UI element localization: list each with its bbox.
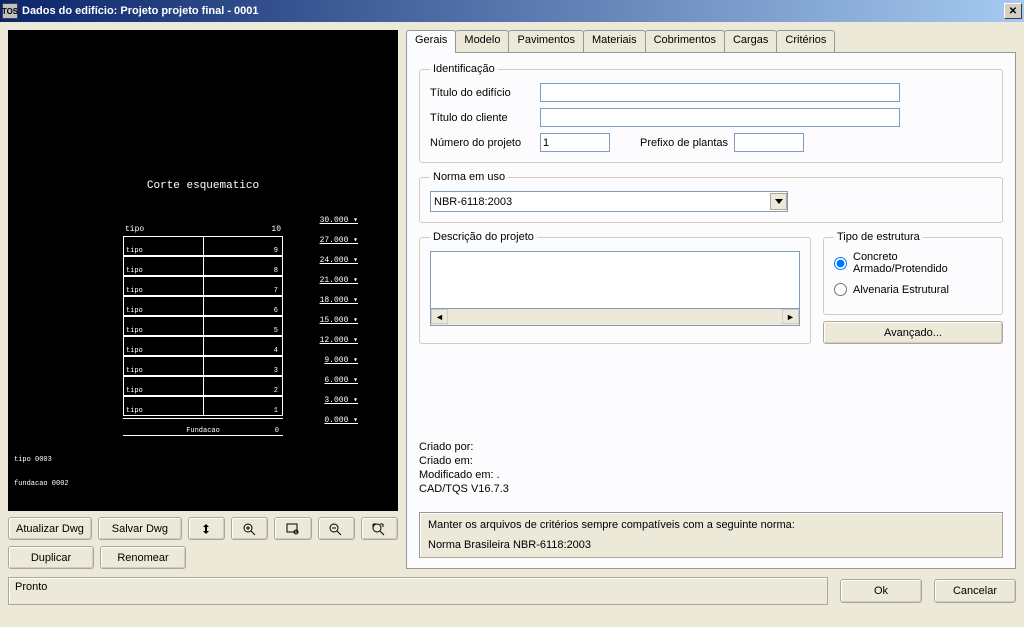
cad-elevation-label: 15.000 ▾ — [298, 315, 358, 325]
titlebar: TOS Dados do edifício: Projeto projeto f… — [0, 0, 1024, 22]
numero-projeto-label: Número do projeto — [430, 137, 534, 149]
norma-select[interactable]: NBR-6118:2003 — [430, 191, 788, 212]
dropdown-icon[interactable] — [770, 193, 787, 210]
descricao-hscrollbar[interactable]: ◄ ► — [430, 309, 800, 326]
renomear-button[interactable]: Renomear — [100, 546, 186, 569]
cad-elevation-label: 6.000 ▾ — [298, 375, 358, 385]
cad-elevation-label: 3.000 ▾ — [298, 395, 358, 405]
tab-gerais[interactable]: Gerais — [406, 30, 456, 53]
right-panel: Gerais Modelo Pavimentos Materiais Cobri… — [406, 30, 1016, 569]
cad-side-label-fundacao: fundacao 0002 — [14, 480, 69, 488]
cad-elevation-label: 24.000 ▾ — [298, 255, 358, 265]
meta-criado-em: Criado em: — [419, 454, 1003, 468]
radio-alvenaria[interactable]: Alvenaria Estrutural — [834, 283, 992, 296]
cad-header-right: 10 — [271, 225, 281, 234]
cad-preview[interactable]: Corte esquematico tipo 10 tipo9tipo8tipo… — [8, 30, 398, 511]
cad-floor-row: Fundacao0 — [123, 418, 283, 436]
cad-elevation-label: 0.000 ▾ — [298, 415, 358, 425]
status-text: Pronto — [8, 577, 828, 605]
titulo-edificio-input[interactable] — [540, 83, 900, 102]
tab-materiais[interactable]: Materiais — [583, 30, 646, 52]
tabs: Gerais Modelo Pavimentos Materiais Cobri… — [406, 30, 1016, 52]
tab-pavimentos[interactable]: Pavimentos — [508, 30, 583, 52]
avancado-button[interactable]: Avançado... — [823, 321, 1003, 344]
titulo-cliente-label: Título do cliente — [430, 112, 534, 124]
cad-header-left: tipo — [125, 225, 144, 234]
radio-alvenaria-input[interactable] — [834, 283, 847, 296]
cad-building: tipo 10 tipo9tipo8tipo7tipo6tipo5tipo4ti… — [123, 225, 283, 436]
cad-elevation-label: 9.000 ▾ — [298, 355, 358, 365]
window-title: Dados do edifício: Projeto projeto final… — [22, 5, 1004, 17]
meta-modificado-em: Modificado em: . — [419, 468, 1003, 482]
left-panel: Corte esquematico tipo 10 tipo9tipo8tipo… — [8, 30, 398, 569]
titulo-edificio-label: Título do edifício — [430, 87, 534, 99]
cad-floor-row: tipo2 — [123, 376, 283, 396]
cad-floor-row: tipo1 — [123, 396, 283, 416]
descricao-legend: Descrição do projeto — [430, 231, 537, 243]
cancelar-button[interactable]: Cancelar — [934, 579, 1016, 603]
norma-group: Norma em uso NBR-6118:2003 — [419, 171, 1003, 223]
cad-floor-row: tipo5 — [123, 316, 283, 336]
ok-button[interactable]: Ok — [840, 579, 922, 603]
close-button[interactable]: ✕ — [1004, 3, 1022, 19]
descricao-textarea[interactable] — [430, 251, 800, 309]
atualizar-dwg-button[interactable]: Atualizar Dwg — [8, 517, 92, 540]
cad-floor-row: tipo6 — [123, 296, 283, 316]
meta-criado-por: Criado por: — [419, 440, 1003, 454]
compat-line2: Norma Brasileira NBR-6118:2003 — [428, 539, 994, 551]
app-icon: TOS — [2, 3, 18, 19]
tipo-estrutura-group: Tipo de estrutura Concreto Armado/Proten… — [823, 231, 1003, 315]
tab-content: Identificação Título do edifício Título … — [406, 52, 1016, 569]
radio-concreto-input[interactable] — [834, 257, 847, 270]
cad-elevation-label: 18.000 ▾ — [298, 295, 358, 305]
cad-elevation-label: 27.000 ▾ — [298, 235, 358, 245]
tab-cobrimentos[interactable]: Cobrimentos — [645, 30, 725, 52]
identificacao-group: Identificação Título do edifício Título … — [419, 63, 1003, 163]
norma-legend: Norma em uso — [430, 171, 508, 183]
cad-floor-row: tipo9 — [123, 236, 283, 256]
meta-cad-tos: CAD/TQS V16.7.3 — [419, 482, 1003, 496]
radio-alvenaria-label: Alvenaria Estrutural — [853, 284, 949, 296]
cad-floor-row: tipo4 — [123, 336, 283, 356]
zoom-out-icon-button[interactable] — [318, 517, 355, 540]
zoom-in-icon-button[interactable] — [231, 517, 268, 540]
pan-icon-button[interactable] — [188, 517, 225, 540]
meta-info: Criado por: Criado em: Modificado em: . … — [419, 438, 1003, 498]
duplicar-button[interactable]: Duplicar — [8, 546, 94, 569]
cad-side-label-tipo: tipo 0003 — [14, 456, 52, 464]
numero-projeto-input[interactable] — [540, 133, 610, 152]
norma-select-value: NBR-6118:2003 — [434, 196, 512, 208]
identificacao-legend: Identificação — [430, 63, 498, 75]
titulo-cliente-input[interactable] — [540, 108, 900, 127]
zoom-extents-icon-button[interactable] — [361, 517, 398, 540]
compat-panel: Manter os arquivos de critérios sempre c… — [419, 512, 1003, 558]
scroll-right-icon[interactable]: ► — [782, 309, 799, 324]
tipo-estrutura-legend: Tipo de estrutura — [834, 231, 923, 243]
descricao-group: Descrição do projeto ◄ ► — [419, 231, 811, 344]
left-toolbar: Atualizar Dwg Salvar Dwg — [8, 511, 398, 569]
cad-floor-row: tipo8 — [123, 256, 283, 276]
prefixo-plantas-label: Prefixo de plantas — [640, 137, 728, 149]
radio-concreto[interactable]: Concreto Armado/Protendido — [834, 251, 992, 275]
scroll-left-icon[interactable]: ◄ — [431, 309, 448, 324]
prefixo-plantas-input[interactable] — [734, 133, 804, 152]
cad-floor-row: tipo3 — [123, 356, 283, 376]
bottom-bar: Pronto Ok Cancelar — [0, 577, 1024, 611]
tab-modelo[interactable]: Modelo — [455, 30, 509, 52]
cad-elevation-label: 30.000 ▾ — [298, 215, 358, 225]
tab-criterios[interactable]: Critérios — [776, 30, 835, 52]
radio-concreto-label: Concreto Armado/Protendido — [853, 251, 992, 275]
cad-elevation-label: 21.000 ▾ — [298, 275, 358, 285]
zoom-window-icon-button[interactable] — [274, 517, 311, 540]
cad-title: Corte esquematico — [8, 180, 398, 192]
compat-line1: Manter os arquivos de critérios sempre c… — [428, 519, 994, 531]
salvar-dwg-button[interactable]: Salvar Dwg — [98, 517, 182, 540]
tab-cargas[interactable]: Cargas — [724, 30, 777, 52]
cad-floor-row: tipo7 — [123, 276, 283, 296]
cad-elevation-label: 12.000 ▾ — [298, 335, 358, 345]
